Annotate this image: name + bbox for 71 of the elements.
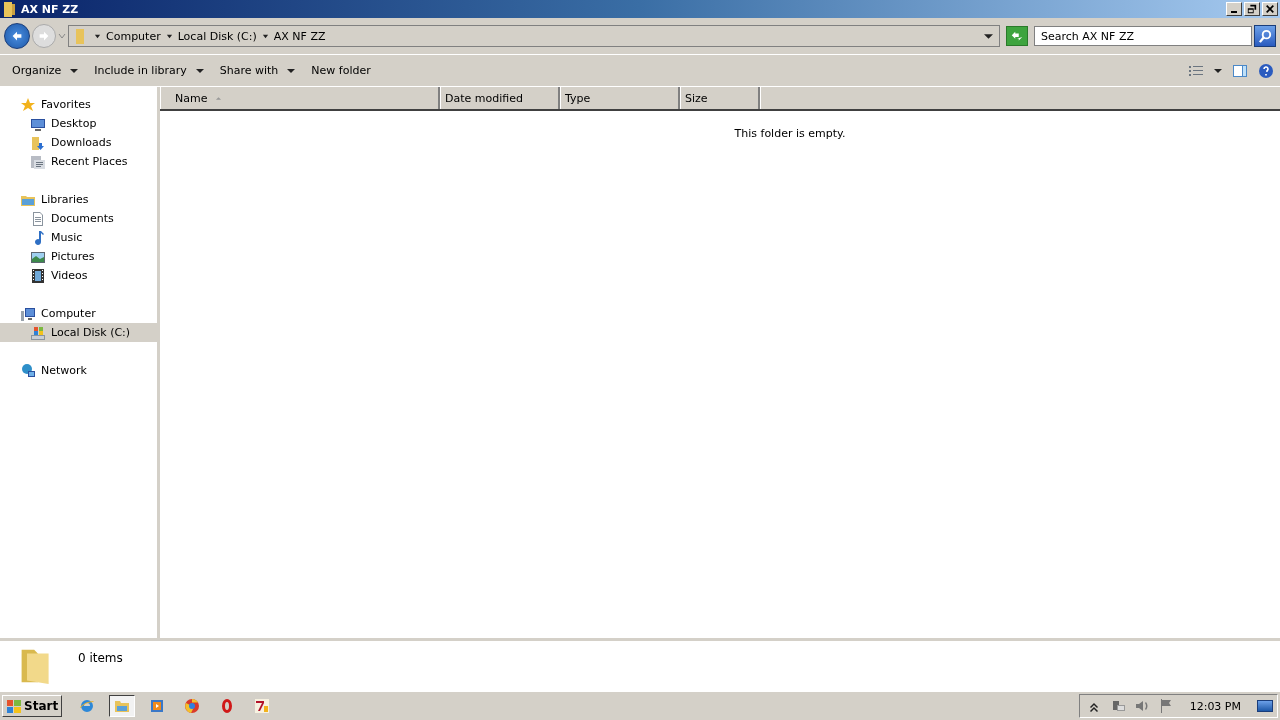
close-icon [1265,4,1275,14]
folder-icon [30,134,46,151]
refresh-button[interactable] [1006,26,1028,46]
empty-message: This folder is empty. [733,127,847,140]
play-icon [149,698,166,714]
close-button[interactable] [1262,2,1278,16]
pane-icon [1232,62,1248,79]
network-icon [20,362,36,379]
nav-item[interactable]: Favorites [0,95,157,114]
star-icon [20,96,36,113]
drive-icon [30,324,46,341]
film-icon [30,267,46,284]
breadcrumb-item[interactable]: Computer [106,29,161,43]
window-title: AX NF ZZ [21,2,79,16]
dropdown-caret-icon[interactable] [984,31,993,41]
breadcrumb-item[interactable]: Local Disk (C:) [177,29,257,43]
caret-icon[interactable] [261,32,269,40]
column-header[interactable]: Name [160,87,440,109]
nav-item[interactable]: Local Disk (C:) [0,323,157,342]
caret-icon [287,66,296,75]
caret-icon [195,66,204,75]
breadcrumb-item[interactable]: AX NF ZZ [273,29,326,43]
caret-icon[interactable] [94,32,101,40]
document-icon [30,210,46,227]
refresh-arrows-icon [1010,29,1024,43]
nav-item[interactable]: Pictures [0,247,157,266]
item-count: 0 items [78,651,123,665]
forward-arrow-icon [37,29,51,43]
toolbar-button[interactable]: Include in library [86,64,212,77]
search-field[interactable]: Search AX NF ZZ [1034,26,1252,46]
nav-item[interactable]: Desktop [0,114,157,133]
folder-icon [30,153,46,170]
restore-button[interactable] [1244,2,1260,16]
minimize-icon [1231,11,1237,13]
address-bar[interactable]: Computer Local Disk (C:) AX NF ZZ [68,25,1000,47]
computer-icon [20,305,36,322]
show-desktop-button[interactable] [1257,700,1273,712]
archive-icon [254,698,271,714]
caret-icon [70,66,79,75]
column-header[interactable]: Size [680,87,760,109]
back-arrow-icon [10,29,24,43]
restore-icon [1247,4,1257,14]
minimize-button[interactable] [1226,2,1242,16]
caret-icon[interactable] [165,32,173,40]
search-button[interactable] [1254,25,1276,47]
taskbar-app-button[interactable] [109,695,136,717]
toolbar-button[interactable]: Share with [211,64,304,77]
folder-icon [114,698,131,714]
caret-icon [1214,66,1222,75]
windows-flag-icon [6,698,22,714]
help-icon [1258,62,1274,79]
nav-item[interactable]: Network [0,361,157,380]
folder-icon [2,1,18,17]
nav-item[interactable]: Music [0,228,157,247]
speaker-icon[interactable] [1133,698,1150,714]
column-header[interactable]: Date modified [440,87,560,109]
browser-icon [79,698,96,714]
nav-item[interactable]: Computer [0,304,157,323]
back-button[interactable] [4,23,30,49]
toolbar-button[interactable]: Organize [4,64,87,77]
nav-item[interactable]: Downloads [0,133,157,152]
nav-item[interactable]: Documents [0,209,157,228]
toolbar-button[interactable]: New folder [303,64,379,77]
nav-item[interactable]: Libraries [0,190,157,209]
start-button[interactable]: Start [2,695,63,717]
ball-icon [184,698,201,714]
search-icon [1257,28,1273,44]
nav-item[interactable]: Recent Places [0,152,157,171]
column-header[interactable]: Type [560,87,680,109]
nav-item[interactable]: Videos [0,266,157,285]
clock: 12:03 PM [1189,699,1241,713]
